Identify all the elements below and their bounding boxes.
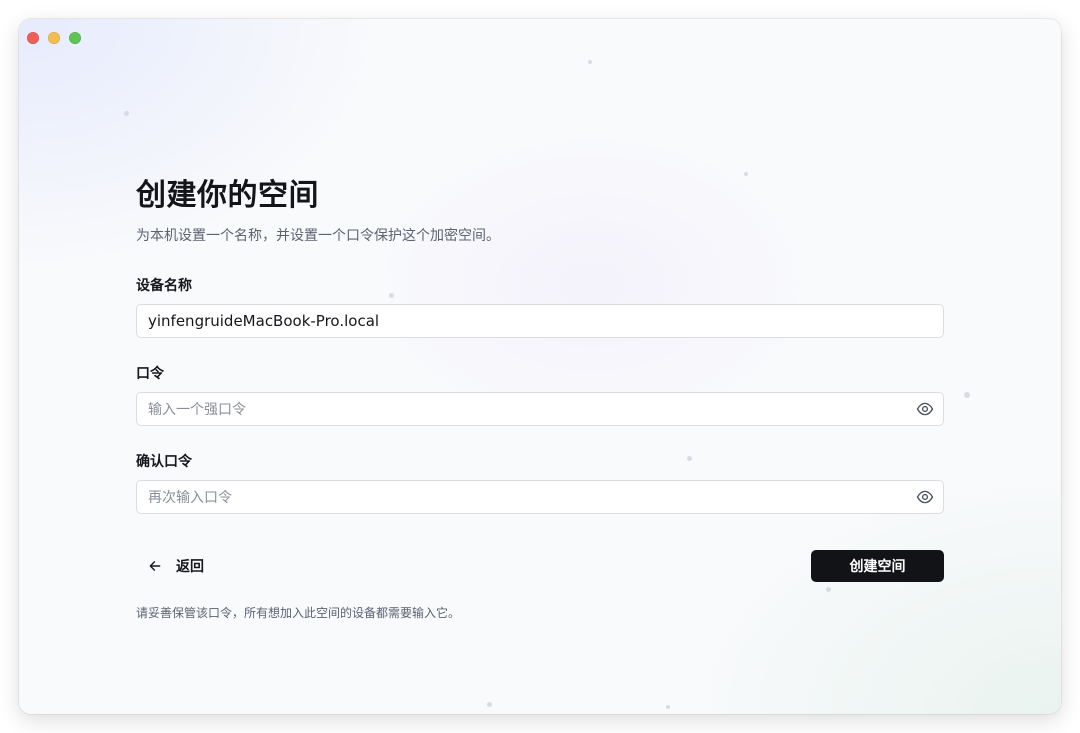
decorative-dot xyxy=(487,702,492,707)
page-subtitle: 为本机设置一个名称，并设置一个口令保护这个加密空间。 xyxy=(136,228,500,244)
decorative-dot xyxy=(666,705,670,709)
decorative-dot xyxy=(964,392,970,398)
device-name-label: 设备名称 xyxy=(136,278,192,294)
device-name-field-group: 设备名称 xyxy=(136,276,944,338)
eye-icon[interactable] xyxy=(916,488,934,506)
passphrase-field-group: 口令 xyxy=(136,364,944,426)
app-window: 创建你的空间 为本机设置一个名称，并设置一个口令保护这个加密空间。 设备名称 口… xyxy=(19,19,1061,714)
passphrase-input-wrap xyxy=(136,392,944,426)
decorative-dot xyxy=(588,60,592,64)
confirm-passphrase-field-group: 确认口令 xyxy=(136,452,944,514)
back-button-label: 返回 xyxy=(176,559,204,575)
confirm-passphrase-input-wrap xyxy=(136,480,944,514)
device-name-input[interactable] xyxy=(136,304,944,338)
window-controls xyxy=(27,32,81,44)
create-space-button[interactable]: 创建空间 xyxy=(811,550,944,582)
arrow-left-icon xyxy=(149,561,161,571)
create-space-form: 创建你的空间 为本机设置一个名称，并设置一个口令保护这个加密空间。 设备名称 口… xyxy=(136,174,944,622)
decorative-dot xyxy=(124,111,129,116)
page-title: 创建你的空间 xyxy=(136,178,319,213)
passphrase-label: 口令 xyxy=(136,366,164,382)
close-window-button[interactable] xyxy=(27,32,39,44)
passphrase-hint: 请妥善保管该口令，所有想加入此空间的设备都需要输入它。 xyxy=(136,606,461,620)
passphrase-input[interactable] xyxy=(136,392,944,426)
back-button[interactable]: 返回 xyxy=(138,552,214,580)
maximize-window-button[interactable] xyxy=(69,32,81,44)
form-actions: 返回 创建空间 xyxy=(136,550,944,582)
confirm-passphrase-label: 确认口令 xyxy=(136,454,192,470)
eye-icon[interactable] xyxy=(916,400,934,418)
minimize-window-button[interactable] xyxy=(48,32,60,44)
device-name-input-wrap xyxy=(136,304,944,338)
confirm-passphrase-input[interactable] xyxy=(136,480,944,514)
